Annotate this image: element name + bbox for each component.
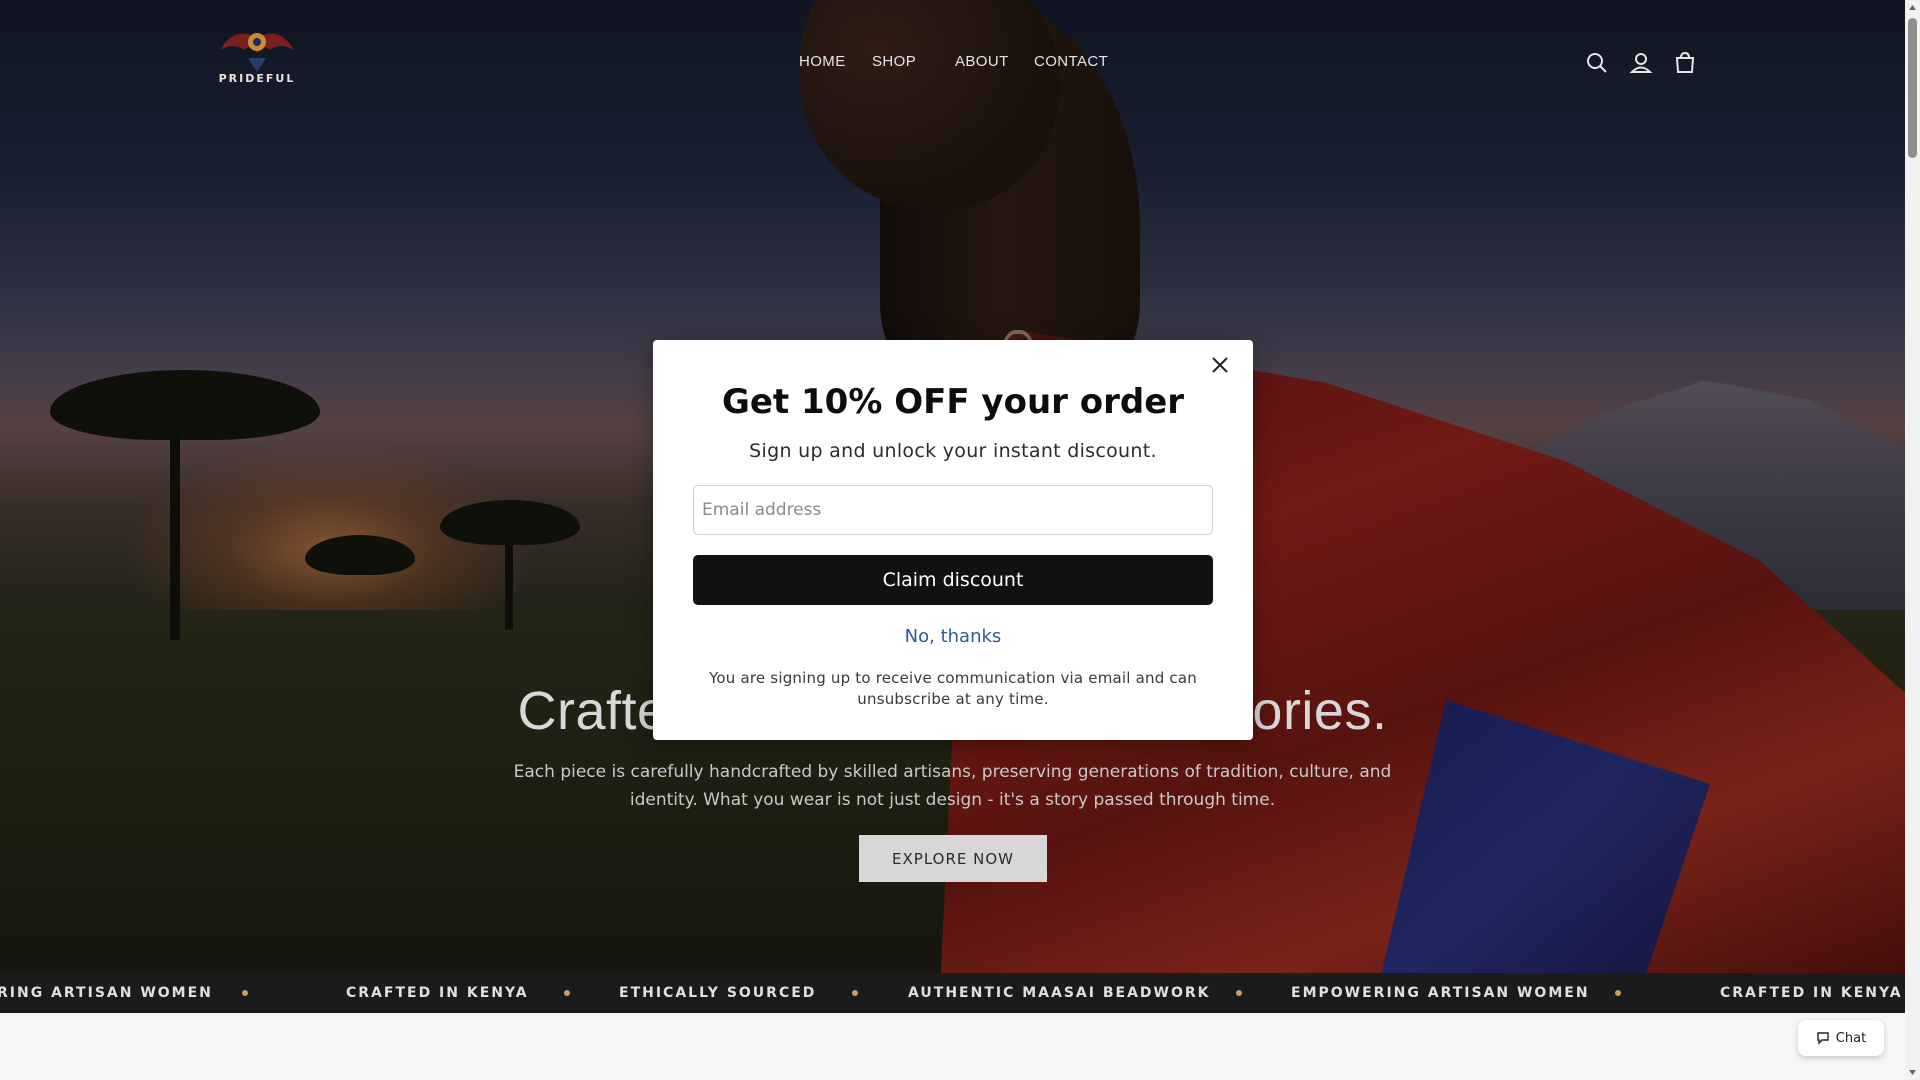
marquee-dot — [242, 990, 248, 996]
email-field[interactable] — [693, 485, 1213, 535]
fine-print-line: You are signing up to receive communicat… — [709, 669, 1197, 687]
popup-fine-print: You are signing up to receive communicat… — [693, 668, 1213, 710]
close-icon[interactable] — [1205, 350, 1235, 380]
popup-subtitle: Sign up and unlock your instant discount… — [749, 440, 1157, 462]
nav-contact[interactable]: CONTACT — [1034, 53, 1108, 70]
no-thanks-link[interactable]: No, thanks — [653, 626, 1253, 647]
scroll-down-icon[interactable] — [1908, 1068, 1917, 1077]
fine-print-line: unsubscribe at any time. — [857, 690, 1049, 708]
marquee-item: ETHICALLY SOURCED — [619, 985, 817, 1001]
marquee-dot — [1236, 990, 1242, 996]
announcement-marquee: RING ARTISAN WOMEN CRAFTED IN KENYA ETHI… — [0, 973, 1905, 1013]
marquee-item: CRAFTED IN KENYA — [1720, 985, 1903, 1001]
hero-subtext-line: identity. What you wear is not just desi… — [629, 790, 1276, 810]
nav-shop[interactable]: SHOP — [872, 53, 916, 70]
scroll-thumb[interactable] — [1908, 18, 1917, 158]
claim-discount-button[interactable]: Claim discount — [693, 555, 1213, 605]
nav-home[interactable]: HOME — [799, 53, 846, 70]
explore-now-button[interactable]: EXPLORE NOW — [859, 835, 1047, 882]
marquee-item: EMPOWERING ARTISAN WOMEN — [1291, 985, 1590, 1001]
nav-about[interactable]: ABOUT — [955, 53, 1009, 70]
marquee-item: CRAFTED IN KENYA — [346, 985, 529, 1001]
chat-bubble-icon — [1817, 1032, 1829, 1045]
hero-subtext-line: Each piece is carefully handcrafted by s… — [513, 762, 1392, 782]
discount-popup: Get 10% OFF your order Sign up and unloc… — [653, 340, 1253, 740]
marquee-dot — [564, 990, 570, 996]
page-scrollbar[interactable] — [1905, 0, 1920, 1080]
search-icon[interactable] — [1584, 50, 1610, 76]
marquee-dot — [852, 990, 858, 996]
marquee-item: AUTHENTIC MAASAI BEADWORK — [908, 985, 1211, 1001]
logo-emblem-icon — [220, 33, 294, 72]
hero-subtext: Each piece is carefully handcrafted by s… — [510, 758, 1395, 814]
account-icon[interactable] — [1628, 50, 1654, 76]
chat-button[interactable]: Chat — [1798, 1020, 1884, 1056]
cart-icon[interactable] — [1672, 50, 1698, 76]
site-header: PRIDEFUL HOME SHOP ABOUT CONTACT — [0, 0, 1905, 125]
popup-title: Get 10% OFF your order — [721, 382, 1185, 422]
marquee-item: RING ARTISAN WOMEN — [0, 985, 213, 1001]
chat-label: Chat — [1835, 1030, 1867, 1046]
scroll-up-icon[interactable] — [1908, 3, 1917, 12]
brand-logo[interactable]: PRIDEFUL — [210, 20, 304, 106]
logo-wordmark: PRIDEFUL — [218, 72, 296, 85]
marquee-dot — [1615, 990, 1621, 996]
